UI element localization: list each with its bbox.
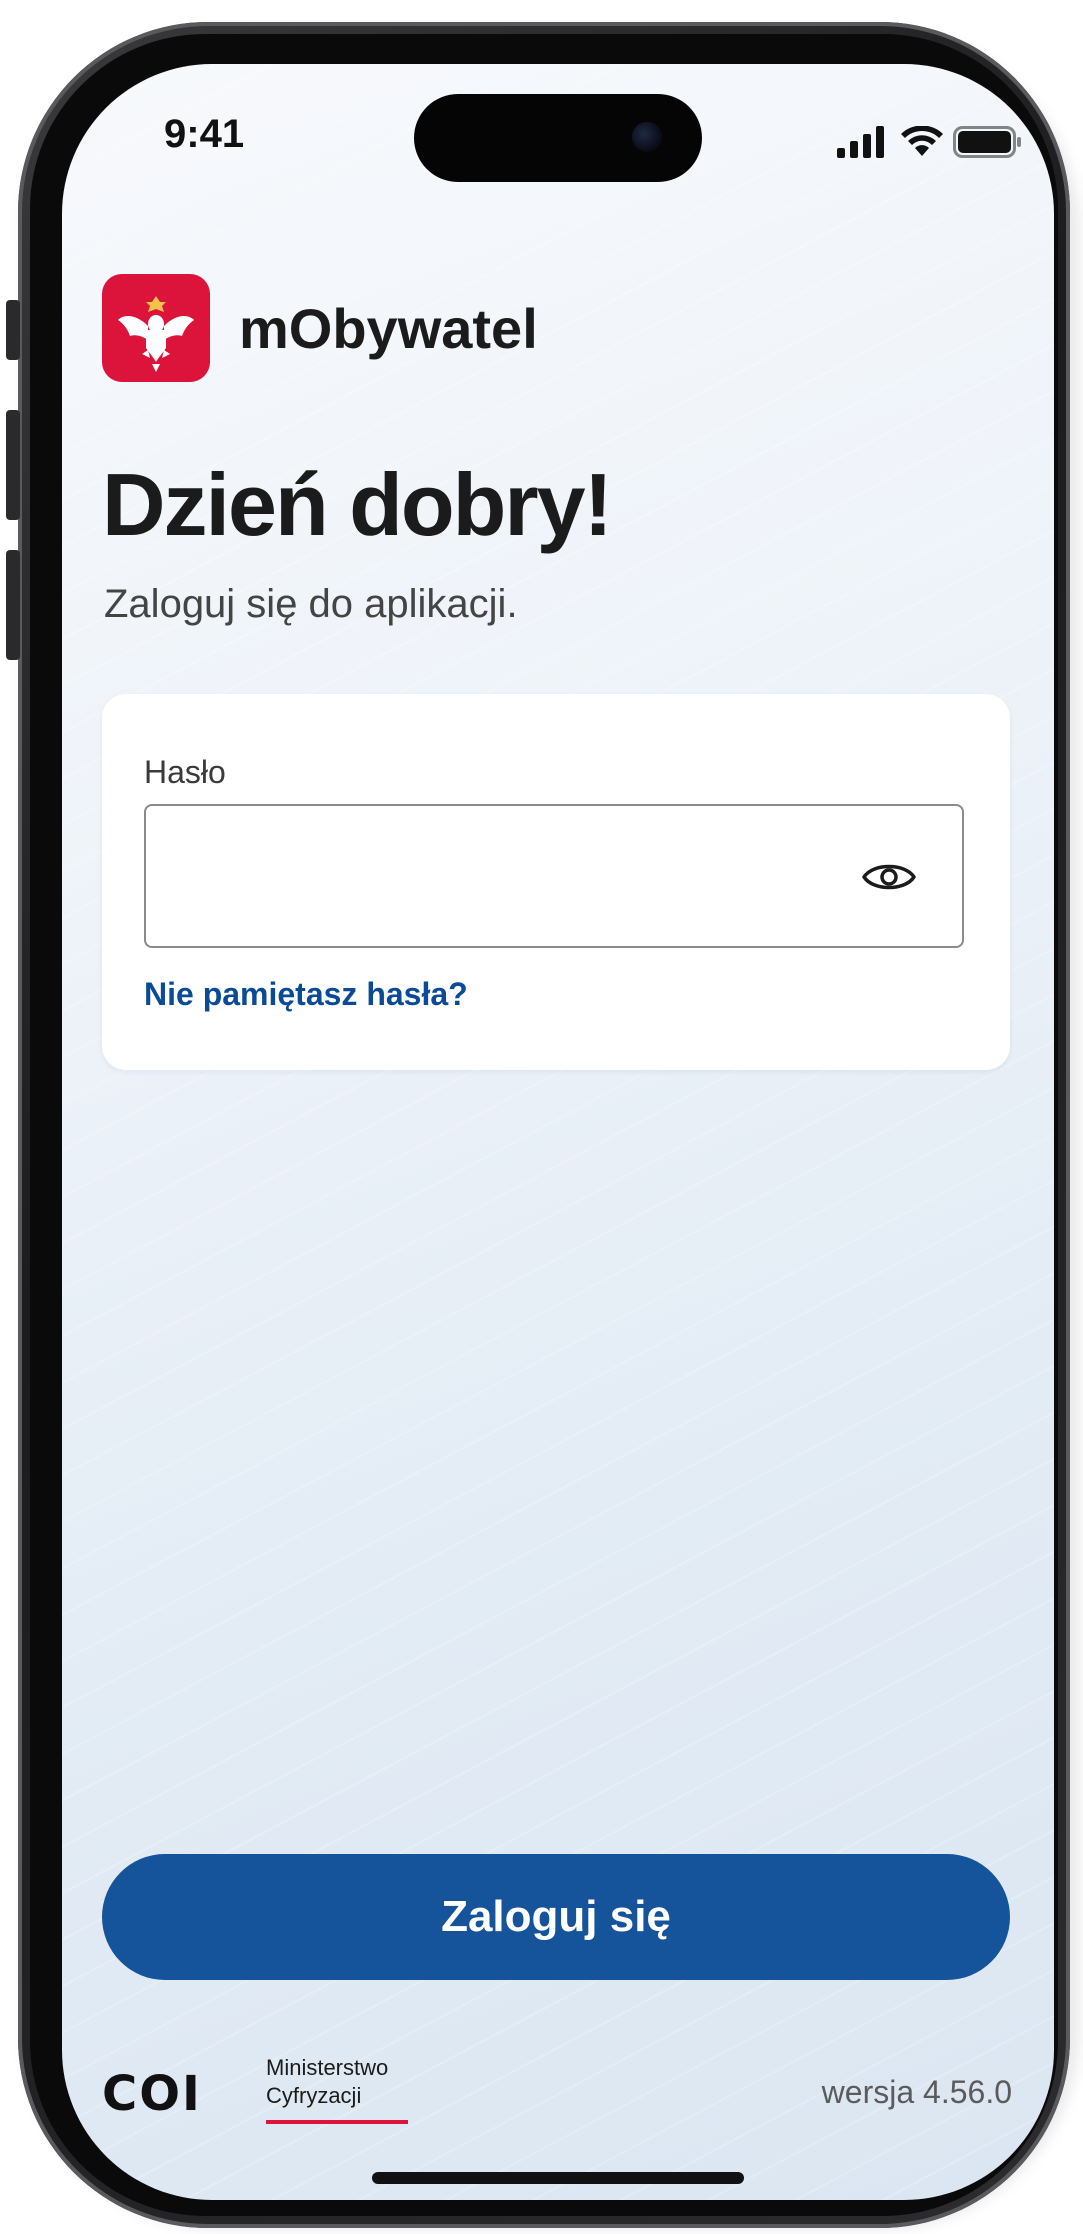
status-bar: 9:41 bbox=[62, 64, 1054, 194]
brand-header: mObywatel bbox=[102, 274, 802, 384]
ministry-line-2: Cyfryzacji bbox=[266, 2083, 362, 2108]
eye-icon bbox=[862, 864, 916, 890]
password-label: Hasło bbox=[144, 754, 226, 790]
footer: COI Ministerstwo Cyfryzacji wersja 4.56.… bbox=[62, 2044, 1054, 2154]
coi-logo: COI bbox=[102, 2066, 202, 2122]
home-indicator[interactable] bbox=[372, 2172, 744, 2184]
app-version: wersja 4.56.0 bbox=[821, 2074, 1012, 2110]
polish-eagle-icon bbox=[102, 274, 210, 382]
page-subtitle: Zaloguj się do aplikacji. bbox=[104, 582, 518, 626]
page-title: Dzień dobry! bbox=[102, 455, 613, 554]
battery-icon bbox=[953, 126, 1021, 158]
side-button-volume-up bbox=[6, 410, 20, 520]
login-button[interactable]: Zaloguj się bbox=[102, 1854, 1010, 1980]
signal-icon bbox=[837, 126, 884, 158]
side-button-volume-down bbox=[6, 550, 20, 660]
app-screen: 9:41 mObywatel Dzień dobry! Zaloguj się … bbox=[62, 64, 1054, 2200]
password-input[interactable] bbox=[144, 804, 964, 948]
forgot-password-link[interactable]: Nie pamiętasz hasła? bbox=[144, 976, 468, 1013]
app-name: mObywatel bbox=[239, 297, 538, 360]
side-button-mute bbox=[6, 300, 20, 360]
front-camera bbox=[632, 122, 662, 152]
ministry-logo: Ministerstwo Cyfryzacji bbox=[266, 2054, 388, 2110]
status-time: 9:41 bbox=[164, 112, 245, 156]
ministry-underline bbox=[266, 2120, 408, 2124]
status-icons bbox=[777, 122, 1021, 162]
ministry-line-1: Ministerstwo bbox=[266, 2055, 389, 2080]
login-card: Hasło Nie pamiętasz hasła? bbox=[102, 694, 1010, 1070]
wifi-icon bbox=[901, 126, 943, 156]
show-password-button[interactable] bbox=[854, 842, 924, 912]
dynamic-island bbox=[414, 94, 702, 182]
